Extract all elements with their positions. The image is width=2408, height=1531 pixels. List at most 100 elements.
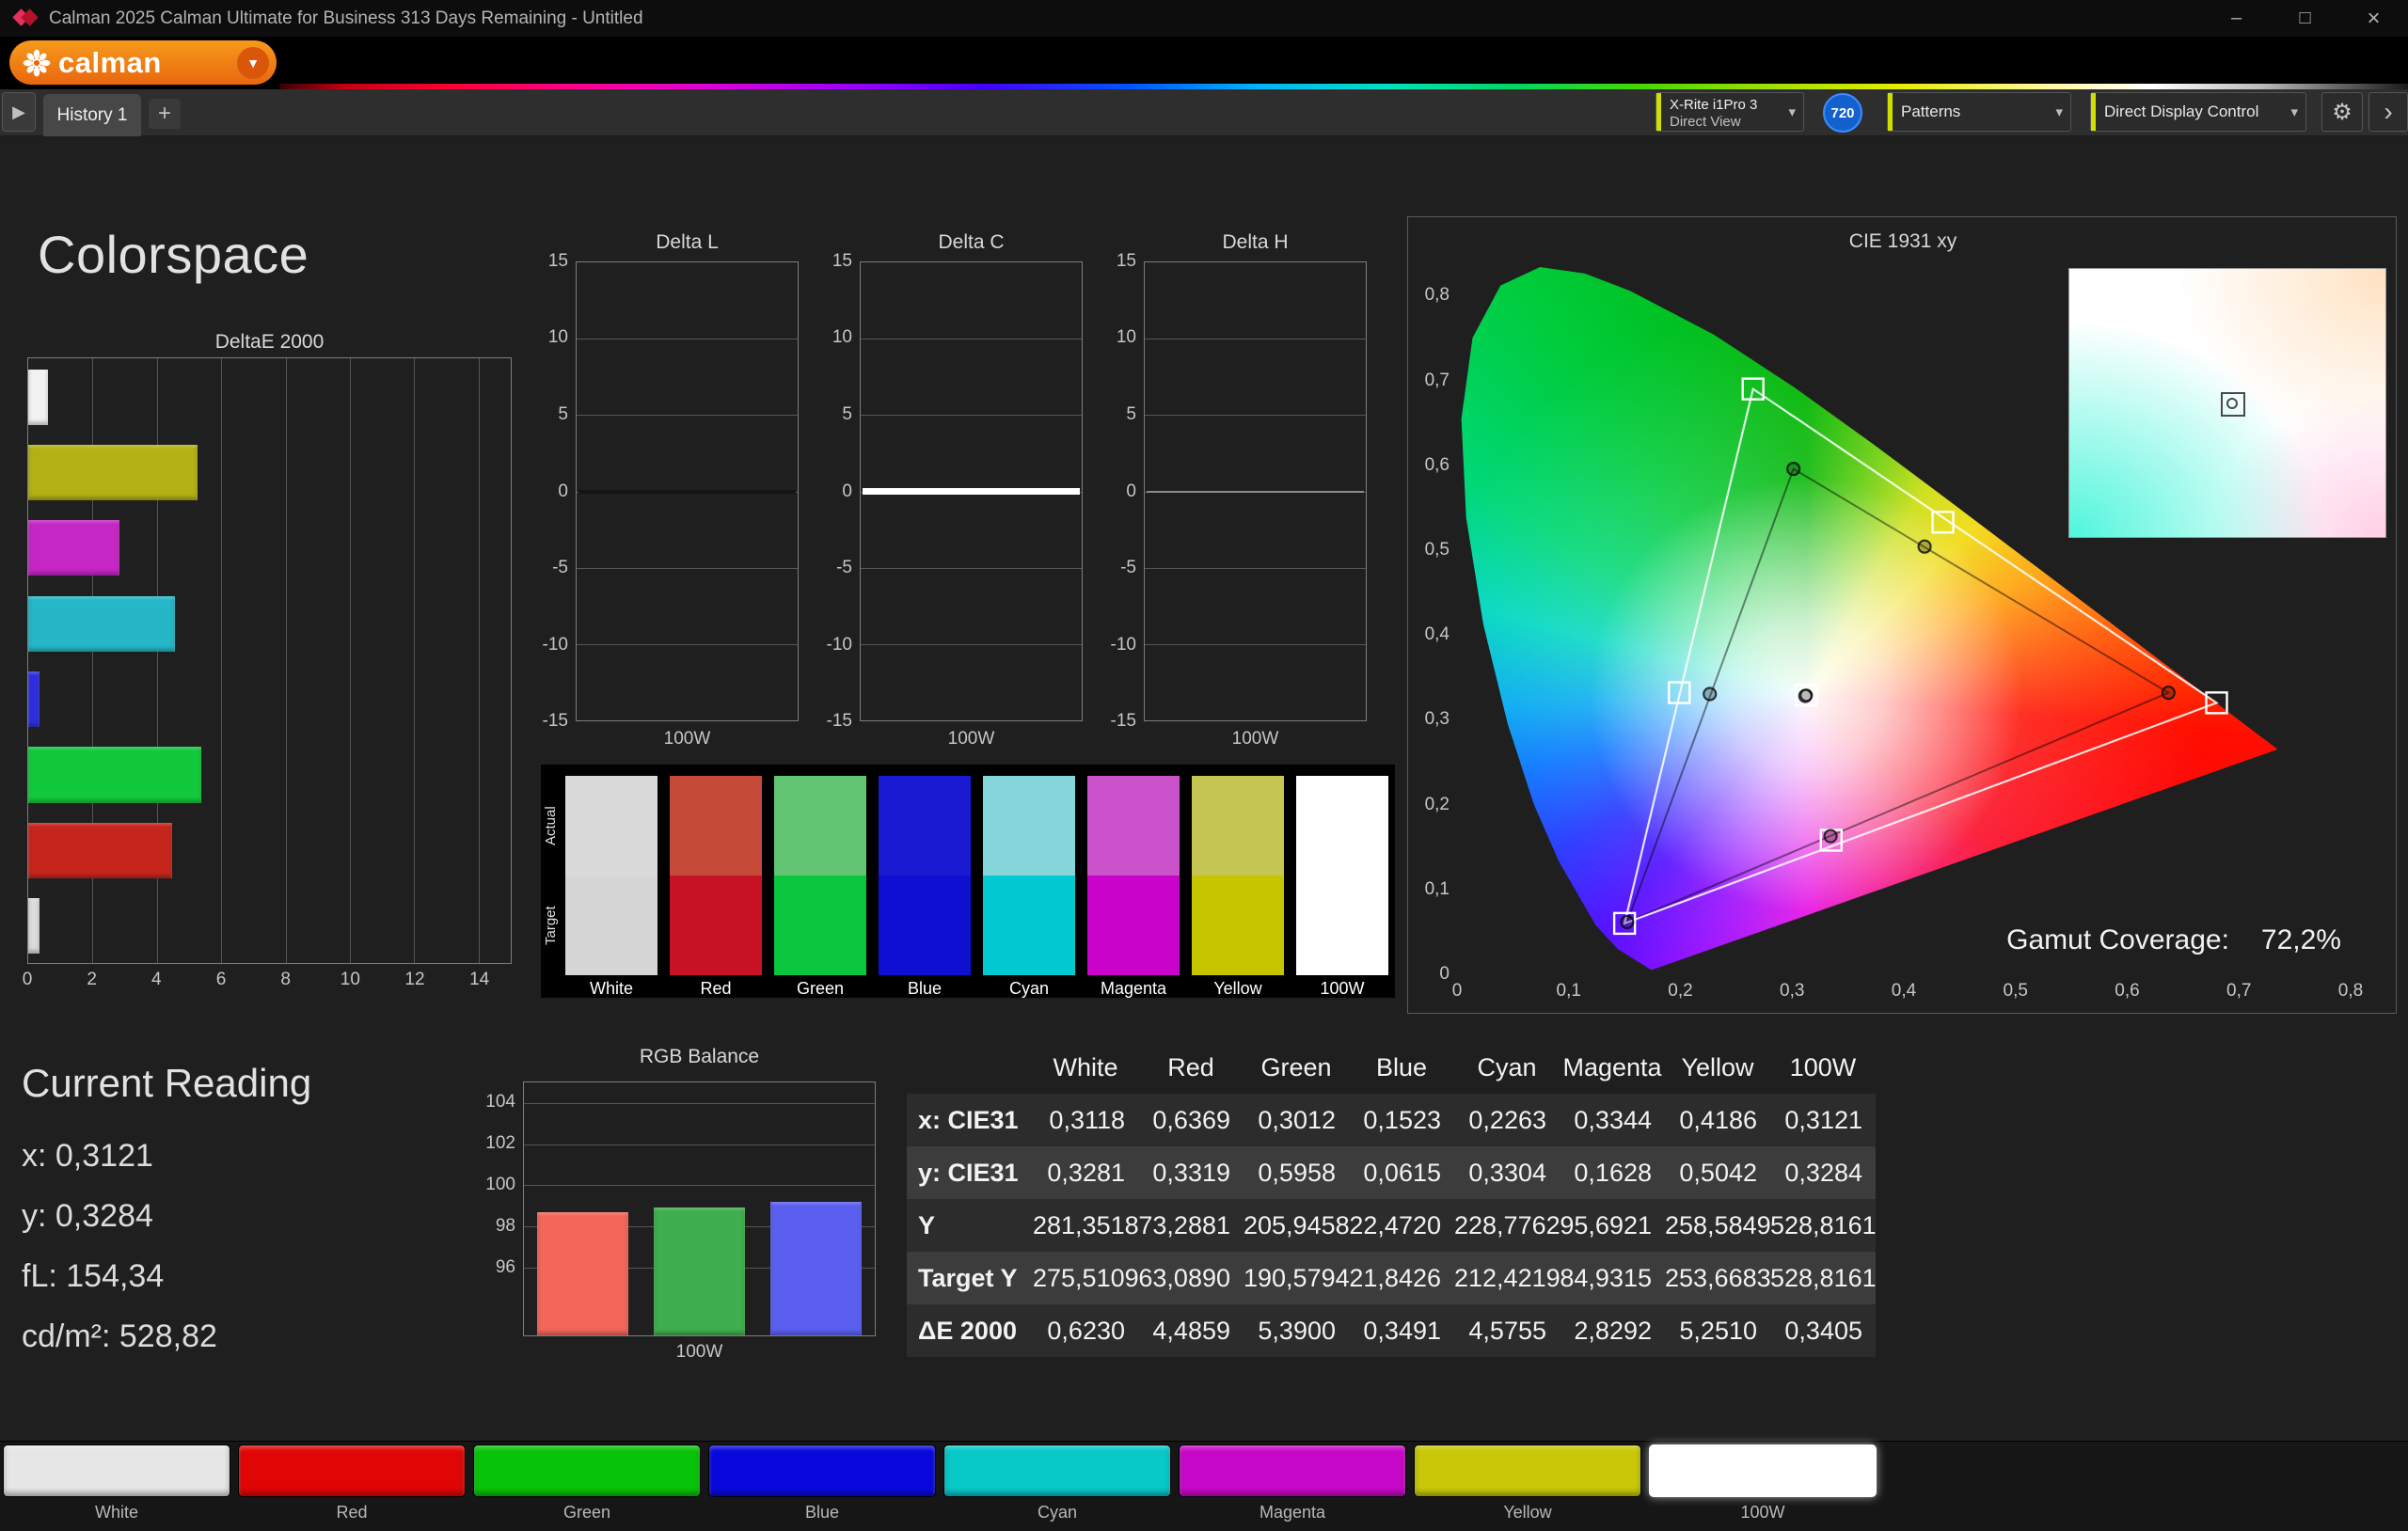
layout-nav-arrow-button[interactable]: ▶ — [2, 92, 36, 132]
chevron-down-icon: ▾ — [2055, 103, 2063, 120]
pattern-button-green[interactable]: Green — [473, 1444, 701, 1529]
delta-h-plot — [1144, 261, 1367, 721]
tab-history-1[interactable]: History 1 — [43, 94, 141, 136]
rgb-balance-plot — [523, 1081, 876, 1336]
chevron-down-icon: ▾ — [2290, 103, 2298, 120]
cie-x-tick-label: 0 — [1452, 981, 1463, 1002]
delta-l-plot — [576, 261, 799, 721]
y-tick-label: -10 — [1111, 635, 1136, 655]
swatch-actual-cyan — [983, 776, 1075, 876]
swatch-label: White — [565, 979, 657, 999]
app-logo-icon — [13, 8, 41, 28]
delta_c-value-line — [863, 488, 1080, 495]
table-value-cell: 205,9458 — [1244, 1199, 1349, 1252]
patterns-dropdown[interactable]: Patterns ▾ — [1887, 92, 2071, 132]
pattern-button-yellow[interactable]: Yellow — [1414, 1444, 1641, 1529]
cie-x-tick-label: 0,5 — [2004, 981, 2028, 1002]
current-reading-y: y: 0,3284 — [22, 1198, 153, 1235]
gridline — [861, 568, 1082, 569]
table-row: Y281,351873,2881205,945822,4720228,77629… — [907, 1199, 1876, 1252]
current-reading-cdm2: cd/m²: 528,82 — [22, 1318, 217, 1355]
y-tick-label: -15 — [543, 711, 568, 732]
y-tick-label: -10 — [827, 635, 852, 655]
display-control-dropdown[interactable]: Direct Display Control ▾ — [2090, 92, 2306, 132]
rgb-bar-blue — [770, 1202, 862, 1335]
deltae-bar-red — [28, 823, 172, 878]
swatch-column-yellow: Yellow — [1192, 765, 1284, 998]
table-value-cell: 212,4219 — [1454, 1252, 1560, 1304]
cie-x-tick-label: 0,6 — [2115, 981, 2139, 1002]
swatch-target-magenta — [1087, 876, 1180, 975]
swatch-strip: Actual Target WhiteRedGreenBlueCyanMagen… — [541, 765, 1395, 998]
pattern-label: Green — [473, 1503, 701, 1523]
x-tick-label: 2 — [87, 970, 97, 990]
x-tick-label: 10 — [341, 970, 360, 990]
minimize-button[interactable]: – — [2202, 0, 2271, 37]
pattern-button-white[interactable]: White — [3, 1444, 230, 1529]
pattern-button-red[interactable]: Red — [238, 1444, 466, 1529]
x-tick-label: 12 — [404, 970, 424, 990]
swatch-row-label-actual: Actual — [543, 776, 563, 876]
y-tick-label: 98 — [496, 1216, 515, 1237]
table-value-cell: 0,6369 — [1138, 1094, 1244, 1146]
swatch-target-cyan — [983, 876, 1075, 975]
maximize-button[interactable]: □ — [2271, 0, 2339, 37]
delta-c-plot — [860, 261, 1083, 721]
y-tick-label: 102 — [485, 1133, 515, 1154]
pattern-swatch — [1414, 1444, 1641, 1497]
swatch-column-cyan: Cyan — [983, 765, 1075, 998]
table-value-cell: 0,3012 — [1244, 1094, 1349, 1146]
swatch-target-green — [774, 876, 866, 975]
gridline — [286, 358, 287, 963]
pattern-swatch — [1649, 1444, 1877, 1497]
panel-expand-button[interactable]: › — [2368, 92, 2408, 132]
delta_l-value-line — [578, 490, 796, 494]
swatch-target-100w — [1296, 876, 1388, 975]
pattern-swatch — [943, 1444, 1171, 1497]
table-value-cell: 73,2881 — [1138, 1199, 1244, 1252]
table-value-cell: 281,3518 — [1033, 1199, 1138, 1252]
pattern-button-blue[interactable]: Blue — [708, 1444, 936, 1529]
swatch-actual-yellow — [1192, 776, 1284, 876]
delta-h-title: Delta H — [1144, 231, 1367, 254]
pattern-bar: ▲ ■ ▶ ▤ ∞ ↻ * « Back Next » WhiteRedGree… — [0, 1441, 2408, 1531]
cie-x-tick-label: 0,1 — [1557, 981, 1581, 1002]
pattern-button-100w[interactable]: 100W — [1649, 1444, 1877, 1529]
gridline — [221, 358, 222, 963]
deltae2000-chart: DeltaE 2000 02468101214 — [27, 331, 512, 999]
y-tick-label: 10 — [832, 327, 852, 348]
gridline — [861, 415, 1082, 416]
delta-l-y-axis: 151050-5-10-15 — [532, 261, 572, 721]
add-tab-button[interactable]: + — [149, 99, 181, 129]
swatch-label: Cyan — [983, 979, 1075, 999]
results-table: WhiteRedGreenBlueCyanMagentaYellow100Wx:… — [907, 1041, 1876, 1357]
table-value-cell: 0,3344 — [1560, 1094, 1665, 1146]
gridline — [524, 1185, 875, 1186]
y-tick-label: -5 — [552, 558, 568, 578]
y-tick-label: 15 — [1117, 251, 1136, 272]
table-value-cell: 0,3281 — [1033, 1146, 1138, 1199]
table-value-cell: 4,4859 — [1138, 1304, 1244, 1357]
y-tick-label: 0 — [558, 481, 568, 502]
gridline — [524, 1144, 875, 1145]
table-value-cell: 2,8292 — [1560, 1304, 1665, 1357]
deltae-bar-blue — [28, 671, 40, 727]
calman-menu-button[interactable]: calman ▼ — [9, 40, 277, 85]
pattern-button-cyan[interactable]: Cyan — [943, 1444, 1171, 1529]
meter-target-badge[interactable]: 720 — [1823, 93, 1862, 133]
table-row-label: Target Y — [907, 1252, 1033, 1304]
meter-dropdown[interactable]: X-Rite i1Pro 3 Direct View ▾ — [1656, 92, 1804, 132]
table-row-label: ΔE 2000 — [907, 1304, 1033, 1357]
table-value-cell: 0,3491 — [1349, 1304, 1454, 1357]
close-button[interactable]: × — [2339, 0, 2408, 37]
table-value-cell: 0,6230 — [1033, 1304, 1138, 1357]
pattern-button-magenta[interactable]: Magenta — [1179, 1444, 1406, 1529]
calman-menu-caret-icon[interactable]: ▼ — [237, 47, 269, 79]
gear-icon: ⚙ — [2332, 99, 2353, 126]
table-value-cell: 190,5794 — [1244, 1252, 1349, 1304]
cie-y-tick-label: 0,4 — [1410, 624, 1450, 645]
cie-white-zoom-inset — [2068, 268, 2386, 538]
table-value-cell: 0,0615 — [1349, 1146, 1454, 1199]
settings-gear-button[interactable]: ⚙ — [2321, 92, 2363, 132]
rgb-balance-x-label: 100W — [523, 1342, 876, 1363]
